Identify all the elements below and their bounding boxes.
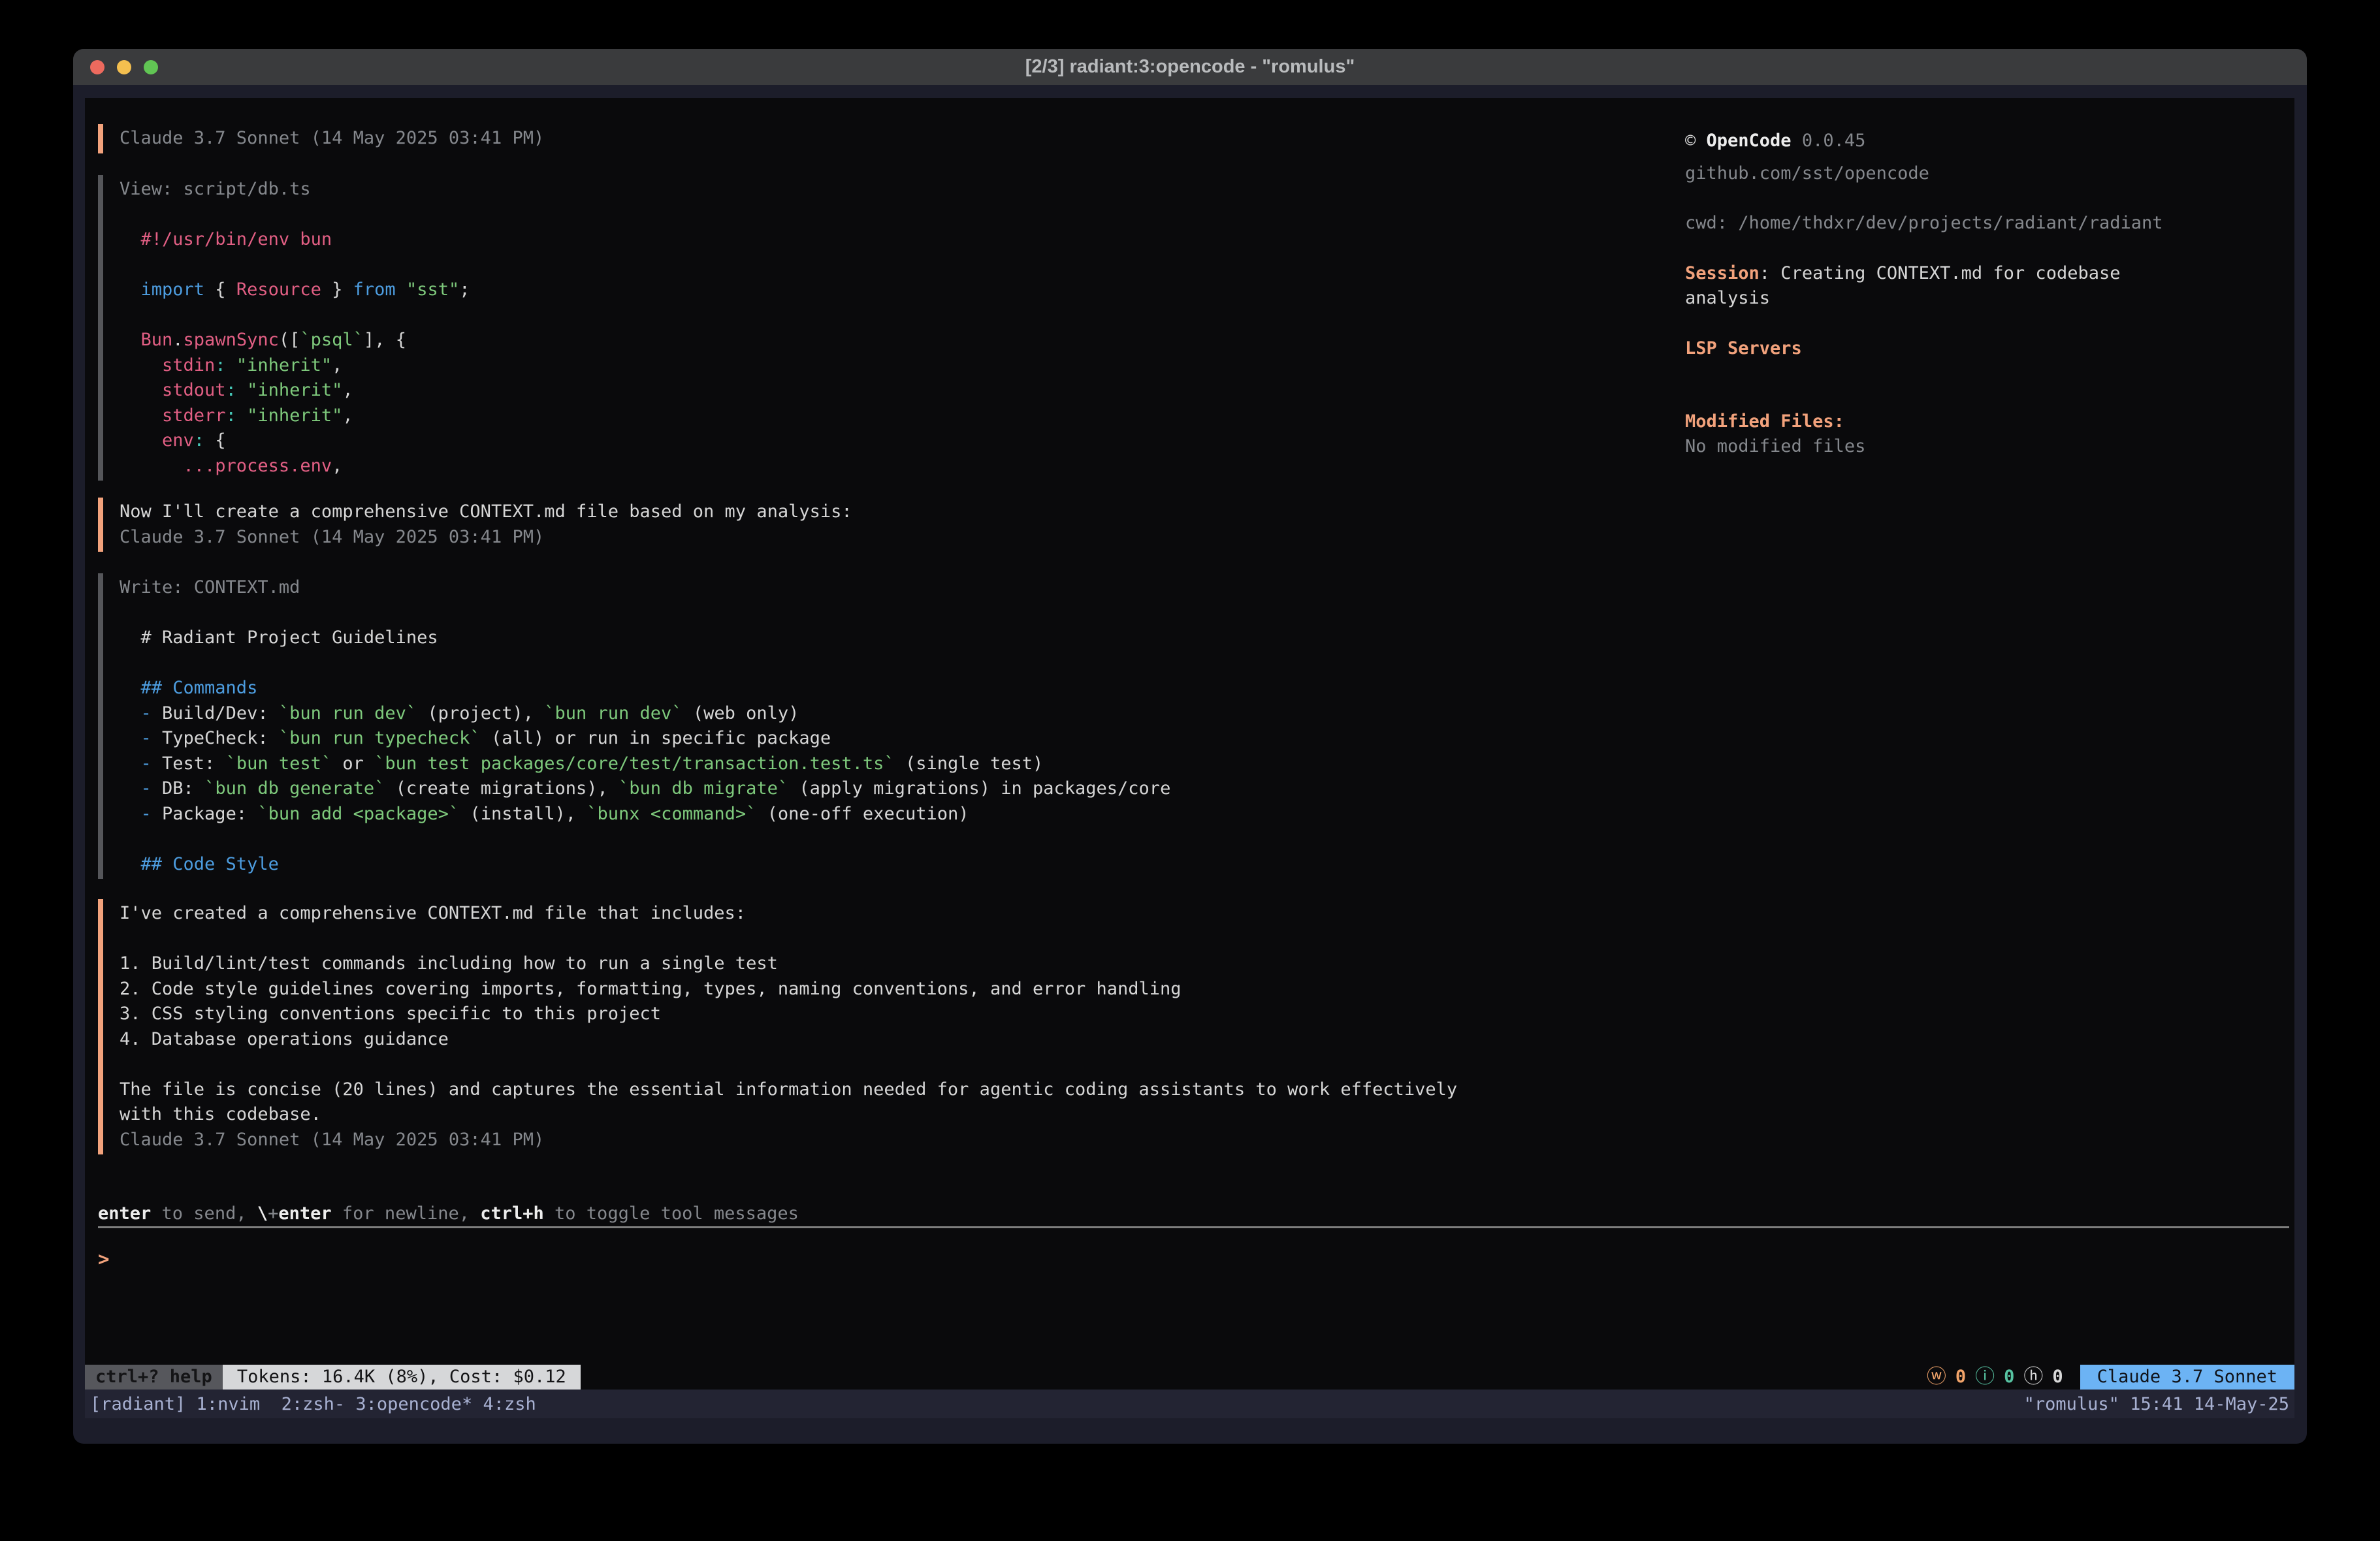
text-line: - DB: `bun db generate` (create migratio… [120, 776, 1170, 802]
prompt-input[interactable]: > [98, 1246, 2289, 1272]
model-badge[interactable]: Claude 3.7 Sonnet [2080, 1365, 2294, 1390]
desktop: [2/3] radiant:3:opencode - "romulus" Cla… [0, 0, 2380, 1541]
terminal-screen: Claude 3.7 Sonnet (14 May 2025 03:41 PM)… [85, 98, 2294, 1390]
modified-files-header: Modified Files: [1685, 409, 1844, 435]
text-line: #!/usr/bin/env bun [120, 227, 470, 253]
text-line [120, 827, 1170, 852]
text-line: # Radiant Project Guidelines [120, 626, 1170, 651]
text-line: 1. Build/lint/test commands including ho… [120, 951, 1457, 977]
keybinding-hint: enter to send, \+enter for newline, ctrl… [98, 1201, 799, 1227]
text-line: ## Commands [120, 676, 1170, 701]
session-title-wrap: analysis [1685, 286, 1770, 311]
app-version-line: © OpenCode 0.0.45 [1685, 129, 1865, 154]
text-line: I've created a comprehensive CONTEXT.md … [120, 901, 1457, 927]
text-line [120, 253, 470, 278]
assistant-message-final: I've created a comprehensive CONTEXT.md … [98, 899, 1457, 1154]
composer-divider [98, 1226, 2289, 1228]
text-line: stdout: "inherit", [120, 378, 470, 404]
maximize-button[interactable] [144, 60, 158, 74]
hint-count-icon: ⓗ [2023, 1365, 2043, 1390]
text-line [120, 651, 1170, 676]
minimize-button[interactable] [117, 60, 131, 74]
cwd-line: cwd: /home/thdxr/dev/projects/radiant/ra… [1685, 211, 2163, 236]
text-line: - TypeCheck: `bun run typecheck` (all) o… [120, 726, 1170, 752]
info-count: 0 [2004, 1365, 2014, 1390]
text-line: env: { [120, 428, 470, 454]
tokens-cost-chip: Tokens: 16.4K (8%), Cost: $0.12 [223, 1365, 581, 1390]
modified-files-empty: No modified files [1685, 434, 1865, 460]
text-line: Bun.spawnSync([`psql`], { [120, 328, 470, 353]
tmux-statusbar: [radiant] 1:nvim 2:zsh- 3:opencode* 4:zs… [85, 1390, 2294, 1418]
text-line: with this codebase. [120, 1102, 1457, 1128]
text-line: ...process.env, [120, 454, 470, 479]
text-line: ## Code Style [120, 852, 1170, 878]
text-line: - Test: `bun test` or `bun test packages… [120, 752, 1170, 777]
prompt-chevron-icon: > [98, 1248, 109, 1270]
tmux-session-clock: "romulus" 15:41 14-May-25 [2019, 1394, 2294, 1414]
status-bar: ctrl+? help Tokens: 16.4K (8%), Cost: $0… [85, 1365, 2294, 1390]
text-line: Claude 3.7 Sonnet (14 May 2025 03:41 PM) [120, 1128, 1457, 1153]
warning-count-icon: ⓦ [1927, 1365, 1946, 1390]
text-line: The file is concise (20 lines) and captu… [120, 1077, 1457, 1103]
assistant-message-header: Claude 3.7 Sonnet (14 May 2025 03:41 PM) [98, 124, 544, 153]
text-line: Now I'll create a comprehensive CONTEXT.… [120, 500, 852, 525]
info-count-icon: ⓘ [1975, 1365, 1995, 1390]
text-line [120, 1052, 1457, 1077]
diagnostics-cluster: ⓦ 0 ⓘ 0 ⓗ 0 Claude 3.7 Sonnet [1927, 1365, 2294, 1390]
tool-call-write-file: Write: CONTEXT.md # Radiant Project Guid… [98, 573, 1170, 879]
text-line: - Build/Dev: `bun run dev` (project), `b… [120, 701, 1170, 727]
hint-count: 0 [2052, 1365, 2063, 1390]
close-button[interactable] [90, 60, 105, 74]
text-line: import { Resource } from "sst"; [120, 278, 470, 303]
assistant-message: Now I'll create a comprehensive CONTEXT.… [98, 498, 852, 552]
text-line [120, 927, 1457, 952]
text-line: Claude 3.7 Sonnet (14 May 2025 03:41 PM) [120, 525, 852, 550]
text-line: stdin: "inherit", [120, 353, 470, 379]
text-line: - Package: `bun add <package>` (install)… [120, 802, 1170, 827]
session-title-line: Session: Creating CONTEXT.md for codebas… [1685, 261, 2120, 287]
text-line: 3. CSS styling conventions specific to t… [120, 1002, 1457, 1027]
text-line: View: script/db.ts [120, 177, 470, 202]
traffic-lights [90, 49, 158, 85]
tmux-window-list: [radiant] 1:nvim 2:zsh- 3:opencode* 4:zs… [85, 1394, 541, 1414]
text-line: 4. Database operations guidance [120, 1027, 1457, 1053]
repo-url-line: github.com/sst/opencode [1685, 161, 1929, 187]
window-title: [2/3] radiant:3:opencode - "romulus" [73, 56, 2307, 78]
warning-count: 0 [1955, 1365, 1966, 1390]
tool-call-view-file: View: script/db.ts #!/usr/bin/env bun im… [98, 175, 470, 481]
help-chip[interactable]: ctrl+? help [85, 1365, 223, 1390]
text-line [120, 601, 1170, 626]
text-line [120, 303, 470, 328]
window-titlebar: [2/3] radiant:3:opencode - "romulus" [73, 49, 2307, 85]
terminal-window: [2/3] radiant:3:opencode - "romulus" Cla… [73, 49, 2307, 1444]
lsp-servers-header: LSP Servers [1685, 336, 1802, 362]
text-line: stderr: "inherit", [120, 404, 470, 429]
text-line: Claude 3.7 Sonnet (14 May 2025 03:41 PM) [120, 126, 544, 151]
text-line: Write: CONTEXT.md [120, 575, 1170, 601]
text-line [120, 202, 470, 228]
text-line: 2. Code style guidelines covering import… [120, 977, 1457, 1002]
